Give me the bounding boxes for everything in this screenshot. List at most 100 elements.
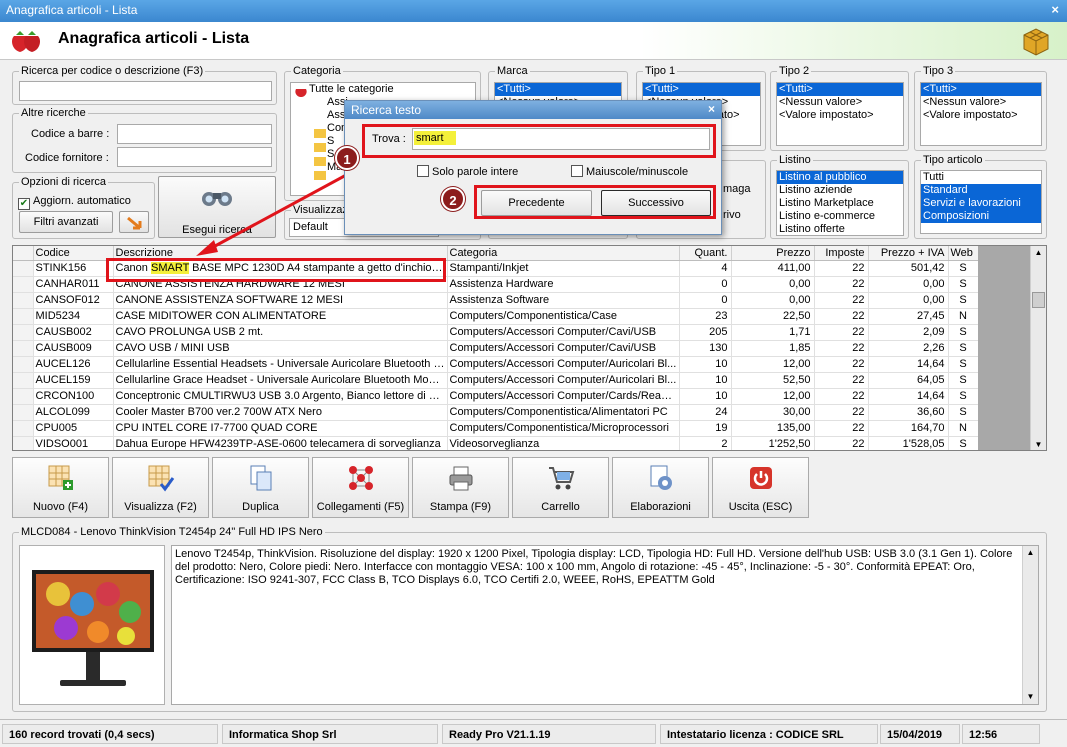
list-item[interactable]: Listino offerte: [777, 223, 903, 235]
table-row[interactable]: ALCOL099 Cooler Master B700 ver.2 700W AT…: [13, 404, 979, 421]
table-row[interactable]: CAUSB009 CAVO USB / MINI USB Computers/Acc…: [13, 340, 979, 357]
table-cell: 0,00: [731, 292, 815, 309]
match-case-checkbox[interactable]: Maiuscole/minuscole: [571, 165, 688, 178]
table-cell: AUCEL159: [33, 372, 114, 389]
duplicate-button[interactable]: Duplica: [212, 457, 309, 518]
row-indicator[interactable]: [13, 436, 34, 450]
table-cell: S: [948, 356, 979, 373]
list-item[interactable]: <Tutti>: [643, 83, 760, 96]
list-item[interactable]: Listino aziende: [777, 184, 903, 197]
list-item[interactable]: Listino al pubblico: [777, 171, 903, 184]
pricelist-list[interactable]: Listino al pubblico Listino aziende List…: [776, 170, 904, 236]
table-cell: S: [948, 292, 979, 309]
list-item[interactable]: <Nessun valore>: [921, 96, 1041, 109]
pricelist-label: Listino: [777, 154, 813, 166]
type3-list[interactable]: <Tutti> <Nessun valore> <Valore impostat…: [920, 82, 1042, 146]
column-header[interactable]: Quant.: [679, 246, 732, 261]
cart-button[interactable]: Carrello: [512, 457, 609, 518]
row-indicator[interactable]: [13, 420, 34, 437]
scroll-up-icon[interactable]: ▲: [1023, 546, 1038, 560]
table-cell: 205: [679, 324, 732, 341]
list-item[interactable]: Standard: [921, 184, 1041, 197]
scroll-down-icon[interactable]: ▼: [1031, 438, 1046, 450]
window-close-button[interactable]: ×: [1051, 2, 1059, 17]
column-header[interactable]: Codice: [33, 246, 114, 261]
column-header[interactable]: Imposte: [814, 246, 869, 261]
table-row[interactable]: CANSOF012 CANONE ASSISTENZA SOFTWARE 12 M…: [13, 292, 979, 309]
view-button[interactable]: Visualizza (F2): [112, 457, 209, 518]
auto-update-checkbox[interactable]: ✔ Aggiorn. automatico: [18, 195, 131, 210]
row-indicator[interactable]: [13, 404, 34, 421]
table-row[interactable]: MID5234 CASE MIDITOWER CON ALIMENTATORE Co…: [13, 308, 979, 325]
links-button[interactable]: Collegamenti (F5): [312, 457, 409, 518]
grid-scrollbar[interactable]: ▲ ▼: [1030, 246, 1046, 450]
scroll-up-icon[interactable]: ▲: [1031, 246, 1046, 260]
table-row[interactable]: CPU005 CPU INTEL CORE I7-7700 QUAD CORE Co…: [13, 420, 979, 437]
type2-group: Tipo 2 <Tutti> <Nessun valore> <Valore i…: [770, 65, 909, 151]
processing-label: Elaborazioni: [630, 501, 691, 513]
table-cell: 30,00: [731, 404, 815, 421]
table-row[interactable]: AUCEL126 Cellularline Essential Headsets …: [13, 356, 979, 373]
table-cell: 411,00: [731, 260, 815, 277]
row-indicator[interactable]: [13, 388, 34, 405]
table-row[interactable]: AUCEL159 Cellularline Grace Headset - Uni…: [13, 372, 979, 389]
table-cell: 22: [814, 420, 869, 437]
links-network-icon: [348, 466, 373, 490]
table-row[interactable]: CRCON100 Conceptronic CMULTIRWU3 USB 3.0 …: [13, 388, 979, 405]
advanced-filters-button[interactable]: Filtri avanzati: [19, 211, 113, 233]
whole-words-checkbox[interactable]: Solo parole intere: [417, 165, 518, 178]
scroll-down-icon[interactable]: ▼: [1023, 690, 1038, 704]
type2-list[interactable]: <Tutti> <Nessun valore> <Valore impostat…: [776, 82, 904, 146]
barcode-input[interactable]: [117, 124, 272, 144]
list-item[interactable]: Tutti: [921, 171, 1041, 184]
row-indicator[interactable]: [13, 372, 34, 389]
exit-button[interactable]: Uscita (ESC): [712, 457, 809, 518]
row-indicator[interactable]: [13, 276, 34, 293]
table-cell: 22: [814, 308, 869, 325]
list-item[interactable]: Servizi e lavorazioni: [921, 197, 1041, 210]
table-cell: 0,00: [868, 276, 949, 293]
list-item[interactable]: Composizioni: [921, 210, 1041, 223]
list-item[interactable]: Listino e-commerce: [777, 210, 903, 223]
table-row[interactable]: VIDSO001 Dahua Europe HFW4239TP-ASE-0600 …: [13, 436, 979, 450]
search-input[interactable]: [19, 81, 272, 101]
row-indicator[interactable]: [13, 340, 34, 357]
scroll-thumb[interactable]: [1032, 292, 1045, 308]
table-cell: CPU005: [33, 420, 114, 437]
print-button[interactable]: Stampa (F9): [412, 457, 509, 518]
detail-group: MLCD084 - Lenovo ThinkVision T2454p 24" …: [12, 526, 1047, 712]
table-row[interactable]: CAUSB002 CAVO PROLUNGA USB 2 mt. Computers…: [13, 324, 979, 341]
processing-button[interactable]: Elaborazioni: [612, 457, 709, 518]
table-cell: 64,05: [868, 372, 949, 389]
type1-label: Tipo 1: [643, 65, 678, 77]
table-cell: CPU INTEL CORE I7-7700 QUAD CORE: [113, 420, 448, 437]
list-item[interactable]: <Tutti>: [495, 83, 621, 96]
list-item[interactable]: Listino Marketplace: [777, 197, 903, 210]
row-indicator[interactable]: [13, 260, 34, 277]
column-header[interactable]: Prezzo: [731, 246, 815, 261]
table-cell: CAUSB009: [33, 340, 114, 357]
new-button[interactable]: Nuovo (F4): [12, 457, 109, 518]
dialog-close-button[interactable]: ×: [708, 102, 715, 116]
list-item[interactable]: <Tutti>: [777, 83, 903, 96]
row-indicator[interactable]: [13, 292, 34, 309]
column-header[interactable]: Prezzo + IVA: [868, 246, 949, 261]
row-indicator[interactable]: [13, 308, 34, 325]
table-cell: CANONE ASSISTENZA SOFTWARE 12 MESI: [113, 292, 448, 309]
list-item[interactable]: <Valore impostato>: [921, 109, 1041, 122]
table-cell: 0,00: [731, 276, 815, 293]
column-header[interactable]: Categoria: [447, 246, 680, 261]
detail-scrollbar[interactable]: ▲ ▼: [1022, 546, 1038, 704]
filter-arrow-button[interactable]: [119, 211, 149, 233]
list-item[interactable]: <Tutti>: [921, 83, 1041, 96]
list-item[interactable]: <Valore impostato>: [777, 109, 903, 122]
tree-item-all[interactable]: Tutte le categorie: [291, 83, 475, 96]
table-cell: 130: [679, 340, 732, 357]
item-type-list[interactable]: Tutti Standard Servizi e lavorazioni Com…: [920, 170, 1042, 234]
table-cell: 1'252,50: [731, 436, 815, 450]
row-indicator[interactable]: [13, 324, 34, 341]
column-header[interactable]: Web: [948, 246, 979, 261]
detail-description[interactable]: Lenovo T2454p, ThinkVision. Risoluzione …: [171, 545, 1039, 705]
list-item[interactable]: <Nessun valore>: [777, 96, 903, 109]
row-indicator[interactable]: [13, 356, 34, 373]
